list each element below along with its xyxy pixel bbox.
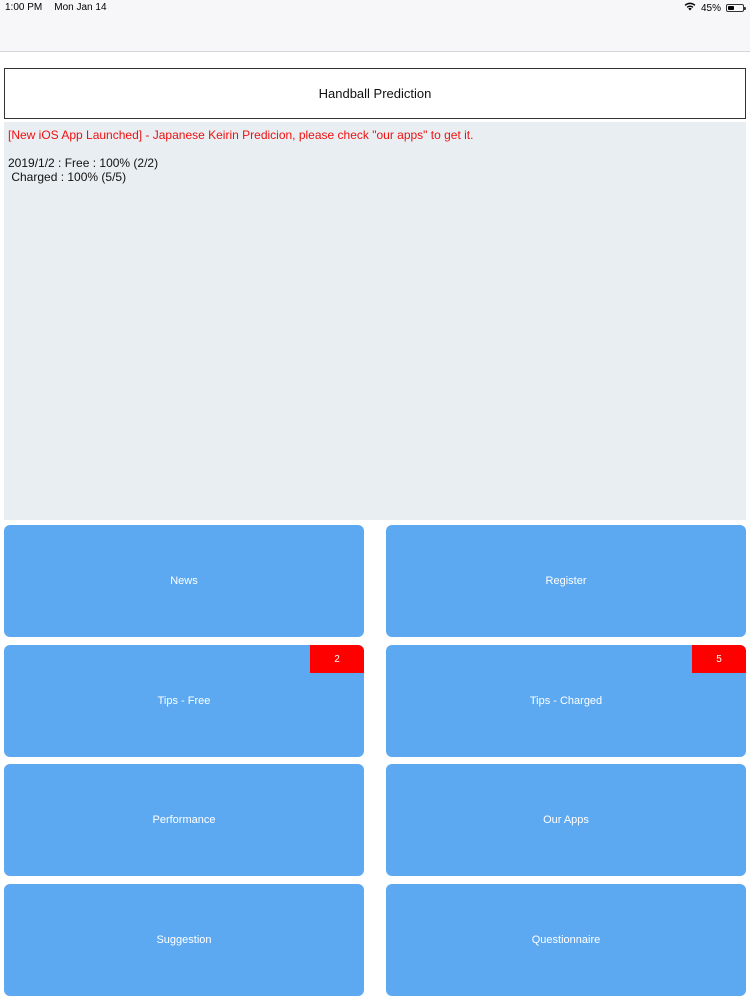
news-button[interactable]: News (4, 525, 364, 637)
battery-icon (726, 4, 746, 12)
results-text: 2019/1/2 : Free : 100% (2/2) Charged : 1… (8, 156, 159, 184)
performance-button-label: Performance (152, 814, 216, 826)
battery-percent: 45% (700, 2, 721, 14)
tips-free-button-label: Tips - Free (157, 695, 211, 707)
tips-charged-button[interactable]: Tips - Charged 5 (386, 645, 746, 757)
our-apps-button[interactable]: Our Apps (386, 764, 746, 876)
news-panel: [New iOS App Launched] - Japanese Keirin… (4, 122, 746, 520)
register-button[interactable]: Register (386, 525, 746, 637)
news-button-label: News (170, 575, 198, 587)
suggestion-button-label: Suggestion (156, 934, 212, 946)
wifi-icon (684, 2, 696, 14)
performance-button[interactable]: Performance (4, 764, 364, 876)
status-time: 1:00 PM (5, 2, 43, 13)
suggestion-button[interactable]: Suggestion (4, 884, 364, 996)
navigation-bar (0, 16, 750, 52)
page-title: Handball Prediction (4, 68, 746, 119)
tips-charged-count-badge: 5 (692, 645, 746, 673)
register-button-label: Register (545, 575, 587, 587)
status-date: Mon Jan 14 (54, 2, 107, 13)
tips-free-button[interactable]: Tips - Free 2 (4, 645, 364, 757)
tips-free-count-badge: 2 (310, 645, 364, 673)
tips-charged-button-label: Tips - Charged (529, 695, 603, 707)
status-left: 1:00 PM Mon Jan 14 (5, 2, 107, 13)
questionnaire-button-label: Questionnaire (531, 934, 601, 946)
status-bar: 1:00 PM Mon Jan 14 45% (0, 0, 750, 16)
battery-level (728, 6, 734, 10)
questionnaire-button[interactable]: Questionnaire (386, 884, 746, 996)
announcement-text: [New iOS App Launched] - Japanese Keirin… (8, 128, 474, 142)
status-right: 45% (684, 2, 746, 14)
our-apps-button-label: Our Apps (543, 814, 589, 826)
